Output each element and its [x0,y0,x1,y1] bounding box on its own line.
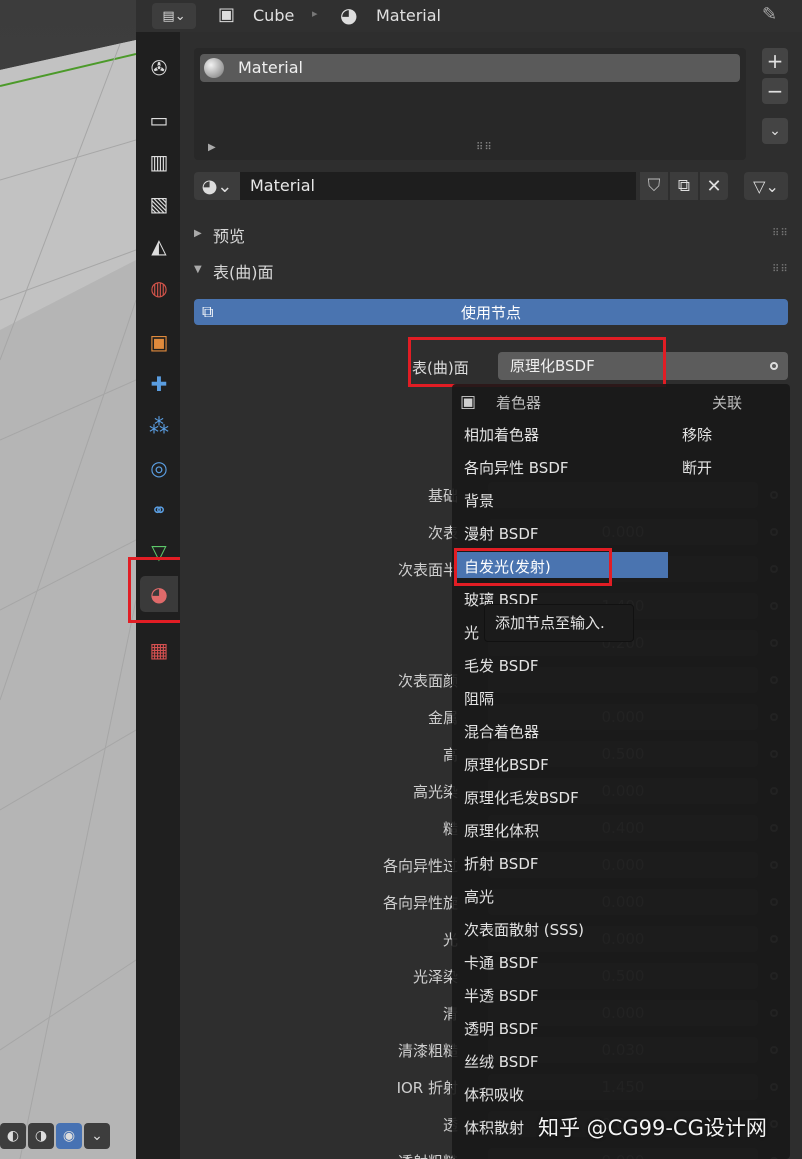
list-resize-grip-icon[interactable]: ⠿⠿ [476,142,493,153]
browse-material-button[interactable]: ◕⌄ [194,172,240,200]
cube-icon: ▣ [218,4,236,25]
menu-item[interactable]: 漫射 BSDF [464,523,539,544]
menu-item[interactable]: 原理化毛发BSDF [464,787,579,808]
panel-grip-icon[interactable]: ⠿⠿ [772,264,789,275]
particles-tab-icon[interactable]: ⁂ [140,408,178,444]
menu-item[interactable]: 毛发 BSDF [464,655,539,676]
menu-item[interactable]: 阻隔 [464,688,494,709]
tool-tab-icon[interactable]: ✇ [140,50,178,86]
property-label: 次表 [427,524,458,542]
3d-viewport[interactable]: ◐ ◑ ◉ ⌄ [0,0,136,1159]
property-label: 透射粗糙 [258,1151,458,1159]
breadcrumb-material: Material [376,6,441,25]
surface-expand-icon[interactable]: ▼ [194,264,202,275]
menu-item[interactable]: 丝绒 BSDF [464,1051,539,1072]
property-label: 高 [442,746,458,764]
link-type-button[interactable]: ▽⌄ [744,172,788,200]
world-tab-icon[interactable]: ◍ [140,270,178,306]
panel-preview-header[interactable]: 预览 [213,223,245,247]
constraints-tab-icon[interactable]: ⚭ [140,492,178,528]
menu-item[interactable]: 原理化体积 [464,820,539,841]
scene-tab-icon[interactable]: ◭ [140,228,178,264]
modifier-tab-icon[interactable]: ✚ [140,366,178,402]
menu-item[interactable]: 卡通 BSDF [464,952,539,973]
menu-item[interactable]: 次表面散射 (SSS) [464,919,584,940]
material-preview-icon[interactable]: ◑ [28,1123,54,1149]
menu-item[interactable]: 体积吸收 [464,1084,524,1105]
duplicate-material-icon[interactable]: ⧉ [670,172,698,200]
property-label: 清 [442,1005,458,1023]
menu-item[interactable]: 各向异性 BSDF [464,457,569,478]
expand-arrow-icon[interactable]: ▶ [208,142,216,153]
preview-collapse-icon[interactable]: ▶ [194,228,202,239]
property-label: 透 [442,1116,458,1134]
fake-user-shield-icon[interactable]: ⛉ [640,172,668,200]
node-tree-icon: ⧉ [202,302,214,321]
menu-tooltip: 添加节点至输入. [484,604,634,642]
material-sphere-icon [204,58,224,78]
slot-specials-button[interactable]: ⌄ [762,118,788,144]
shading-options-icon[interactable]: ⌄ [84,1123,110,1149]
property-label: IOR 折射 [396,1079,458,1097]
property-label: 各向异性过 [382,857,458,875]
render-tab-icon[interactable]: ▭ [140,102,178,138]
physics-tab-icon[interactable]: ◎ [140,450,178,486]
property-label: 糙 [442,820,458,838]
property-label: 次表面颜 [397,672,458,690]
viewport-grid [0,40,136,1159]
use-nodes-label: 使用节点 [460,303,521,322]
property-label: 金属 [427,709,458,727]
unlink-material-icon[interactable]: ✕ [700,172,728,200]
menu-item[interactable]: 高光 [464,886,494,907]
property-label: 光泽染 [412,968,458,986]
menu-header: 着色器 [496,394,542,412]
editor-type-button[interactable]: ▤⌄ [152,3,196,29]
panel-surface-header[interactable]: 表(曲)面 [213,259,274,283]
material-icon: ◕ [340,3,358,27]
highlight-emission-item [454,548,612,586]
output-tab-icon[interactable]: ▥ [140,144,178,180]
property-label: 光 [442,931,458,949]
menu-item[interactable]: 透明 BSDF [464,1018,539,1039]
rendered-shading-icon[interactable]: ◉ [56,1123,82,1149]
pin-icon[interactable]: ✎ [762,4,777,25]
property-label: 基础 [427,487,458,505]
solid-shading-icon[interactable]: ◐ [0,1123,26,1149]
property-label: 次表面半 [397,561,458,579]
panel-grip-icon[interactable]: ⠿⠿ [772,228,789,239]
view-layer-tab-icon[interactable]: ▧ [140,186,178,222]
menu-item[interactable]: 相加着色器 [464,424,539,445]
watermark-text: 知乎 @CG99-CG设计网 [538,1116,767,1140]
object-tab-icon[interactable]: ▣ [140,324,178,360]
use-nodes-button[interactable]: ⧉ 使用节点 [194,299,788,325]
menu-item[interactable]: 半透 BSDF [464,985,539,1006]
socket-link-icon[interactable] [770,362,778,370]
shader-category-icon: ▣ [460,392,477,412]
highlight-surface-field [408,337,666,387]
texture-tab-icon[interactable]: ▦ [140,632,178,668]
menu-item[interactable]: 混合着色器 [464,721,539,742]
viewport-shading-buttons: ◐ ◑ ◉ ⌄ [0,1120,110,1152]
menu-item[interactable]: 折射 BSDF [464,853,539,874]
menu-item[interactable]: 原理化BSDF [464,754,549,775]
breadcrumb-object: Cube [253,6,295,25]
menu-item[interactable]: 光 [464,622,479,643]
menu-item-right[interactable]: 移除 [682,424,712,445]
property-label: 各向异性旋 [382,894,458,912]
property-label: 清漆粗糙 [397,1042,458,1060]
menu-item[interactable]: 背景 [464,490,494,511]
shader-dropdown-menu: ▣ 着色器 关联 相加着色器 各向异性 BSDF 背景 漫射 BSDF 自发光(发射) 玻… [452,384,790,1159]
material-slot-label: Material [238,58,303,77]
menu-item[interactable]: 体积散射 [464,1117,524,1138]
properties-header: ▤⌄ ▣ Cube ▸ ◕ Material ✎ [136,0,802,32]
property-label: 高光染 [412,783,458,801]
material-name-field[interactable]: Material [240,172,636,200]
menu-header-right: 关联 [712,394,743,412]
remove-slot-button[interactable]: − [762,78,788,104]
menu-item-right[interactable]: 断开 [682,457,712,478]
breadcrumb-separator-icon: ▸ [312,7,318,20]
add-slot-button[interactable]: + [762,48,788,74]
